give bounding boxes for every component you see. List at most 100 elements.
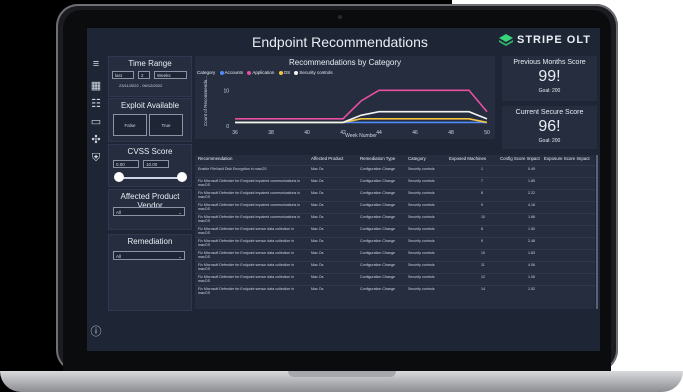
category-chart: Recommendations by Category Category Acc…: [195, 56, 495, 139]
exploit-title: Exploit Available: [120, 101, 180, 110]
exploit-true-button[interactable]: True: [149, 114, 183, 136]
exploit-panel: Exploit Available False True: [108, 98, 192, 142]
cell-exposed-machines: 10: [481, 251, 485, 255]
laptop-notch: [288, 371, 396, 377]
cell-category: Security controls: [408, 191, 435, 195]
cell-remediation-type: Configuration Change: [360, 167, 395, 171]
cvss-max-input[interactable]: 10.00: [143, 160, 169, 168]
time-unit-select[interactable]: Weeks: [154, 71, 187, 79]
dashboard-icon[interactable]: ▦: [90, 80, 102, 92]
remediation-panel: Remediation All ⌄: [108, 234, 192, 311]
vendor-value: All: [116, 210, 122, 215]
people-icon[interactable]: ☷: [90, 98, 102, 110]
cell-recommendation: Fix Microsoft Defender for Endpoint sens…: [198, 287, 295, 295]
cell-category: Security controls: [408, 215, 435, 219]
laptop-icon[interactable]: ▭: [90, 116, 102, 128]
cvss-slider-min-handle[interactable]: [114, 172, 124, 182]
column-header-category[interactable]: Category: [408, 156, 426, 161]
stripe-logo-icon: [499, 34, 513, 46]
tools-icon[interactable]: ✣: [90, 134, 102, 146]
brand-name: STRIPE OLT: [517, 34, 591, 46]
cell-config-score-impact: 4.06: [528, 263, 535, 267]
cell-affected-product: Mac Os: [311, 263, 324, 267]
cell-category: Security controls: [408, 263, 435, 267]
cell-config-score-impact: 1.52: [528, 287, 535, 291]
info-icon[interactable]: ⓘ: [90, 326, 102, 338]
column-header-recommendation[interactable]: Recommendation: [198, 156, 306, 161]
brand-logo: STRIPE OLT: [499, 34, 591, 46]
table-header: Recommendation Affected Product Remediat…: [195, 155, 595, 163]
cell-remediation-type: Configuration Change: [360, 263, 395, 267]
cvss-slider-track: [119, 177, 181, 179]
cvss-min-input[interactable]: 0.00: [113, 160, 139, 168]
cell-category: Security controls: [408, 275, 435, 279]
cell-remediation-type: Configuration Change: [360, 287, 395, 291]
cvss-slider-max-handle[interactable]: [177, 172, 187, 182]
current-score-value: 96!: [538, 118, 561, 135]
column-header-config-score-impact[interactable]: Config Score Impact: [500, 156, 540, 161]
y-tick-label: 10: [223, 88, 229, 94]
time-range-panel: Time Range last 2 Weeks 23/11/2022 - 06/…: [108, 56, 192, 97]
cell-recommendation: Fix Microsoft Defender for Endpoint impa…: [198, 203, 301, 211]
cell-recommendation: Fix Microsoft Defender for Endpoint impa…: [198, 191, 301, 199]
previous-score-card: Previous Months Score 99! Goal: 200: [502, 56, 597, 101]
chevron-down-icon: ⌄: [178, 254, 182, 259]
recommendations-table: Recommendation Affected Product Remediat…: [195, 155, 595, 309]
cell-exposed-machines: 9: [481, 203, 483, 207]
remediation-select[interactable]: All ⌄: [113, 251, 185, 260]
cell-recommendation: Fix Microsoft Defender for Endpoint sens…: [198, 275, 295, 283]
cell-affected-product: Mac Os: [311, 215, 324, 219]
table-row[interactable]: Fix Microsoft Defender for Endpoint sens…: [195, 285, 595, 298]
cell-remediation-type: Configuration Change: [360, 215, 395, 219]
cell-config-score-impact: 2.48: [528, 239, 535, 243]
column-header-remediation-type[interactable]: Remediation Type: [360, 156, 395, 161]
time-mode-select[interactable]: last: [112, 71, 134, 79]
cell-config-score-impact: 1.50: [528, 227, 535, 231]
sidebar: ≡ ▦ ☷ ▭ ✣ ⛨ ⓘ: [87, 56, 105, 351]
cell-category: Security controls: [408, 227, 435, 231]
cell-remediation-type: Configuration Change: [360, 203, 395, 207]
cell-exposed-machines: 14: [481, 287, 485, 291]
shield-icon[interactable]: ⛨: [90, 152, 102, 164]
series-line-security-controls: [235, 110, 488, 124]
vendor-select[interactable]: All ⌄: [113, 207, 185, 216]
column-header-affected-product[interactable]: Affected Product: [311, 156, 343, 161]
cell-recommendation: Enable FileVault Disk Encryption in macO…: [198, 167, 267, 171]
column-header-exposure-score-impact[interactable]: Exposure Score Impact: [544, 156, 590, 161]
current-score-goal: Goal: 200: [538, 138, 561, 144]
cell-category: Security controls: [408, 179, 435, 183]
cell-exposed-machines: 9: [481, 239, 483, 243]
cell-config-score-impact: 1.83: [528, 251, 535, 255]
previous-score-value: 99!: [538, 68, 561, 85]
cell-affected-product: Mac Os: [311, 251, 324, 255]
time-count-input[interactable]: 2: [138, 71, 150, 79]
x-tick-label: 40: [304, 130, 310, 136]
menu-icon[interactable]: ≡: [90, 58, 102, 70]
current-score-card: Current Secure Score 96! Goal: 200: [502, 106, 597, 149]
x-tick-label: 50: [484, 130, 490, 136]
cell-category: Security controls: [408, 287, 435, 291]
x-tick-label: 46: [412, 130, 418, 136]
cell-remediation-type: Configuration Change: [360, 227, 395, 231]
x-tick-label: 48: [448, 130, 454, 136]
cell-category: Security controls: [408, 203, 435, 207]
table-scrollbar[interactable]: [596, 155, 598, 309]
cell-exposed-machines: 11: [481, 263, 485, 267]
cell-recommendation: Fix Microsoft Defender for Endpoint sens…: [198, 263, 295, 271]
cell-config-score-impact: 1.06: [528, 275, 535, 279]
cell-exposed-machines: 10: [481, 215, 485, 219]
cvss-title: CVSS Score: [127, 147, 173, 156]
chevron-down-icon: ⌄: [178, 210, 182, 215]
cell-affected-product: Mac Os: [311, 167, 324, 171]
cell-remediation-type: Configuration Change: [360, 179, 395, 183]
cell-config-score-impact: 0.49: [528, 167, 535, 171]
vendor-panel: Affected Product Vendor All ⌄: [108, 189, 192, 230]
x-axis-label: Week Number: [345, 133, 377, 139]
cell-exposed-machines: 8: [481, 191, 483, 195]
cell-category: Security controls: [408, 167, 435, 171]
cell-exposed-machines: 8: [481, 227, 483, 231]
column-header-exposed-machines[interactable]: Exposed Machines: [449, 156, 486, 161]
exploit-false-button[interactable]: False: [113, 114, 147, 136]
cell-recommendation: Fix Microsoft Defender for Endpoint sens…: [198, 239, 295, 247]
cell-config-score-impact: 1.66: [528, 215, 535, 219]
